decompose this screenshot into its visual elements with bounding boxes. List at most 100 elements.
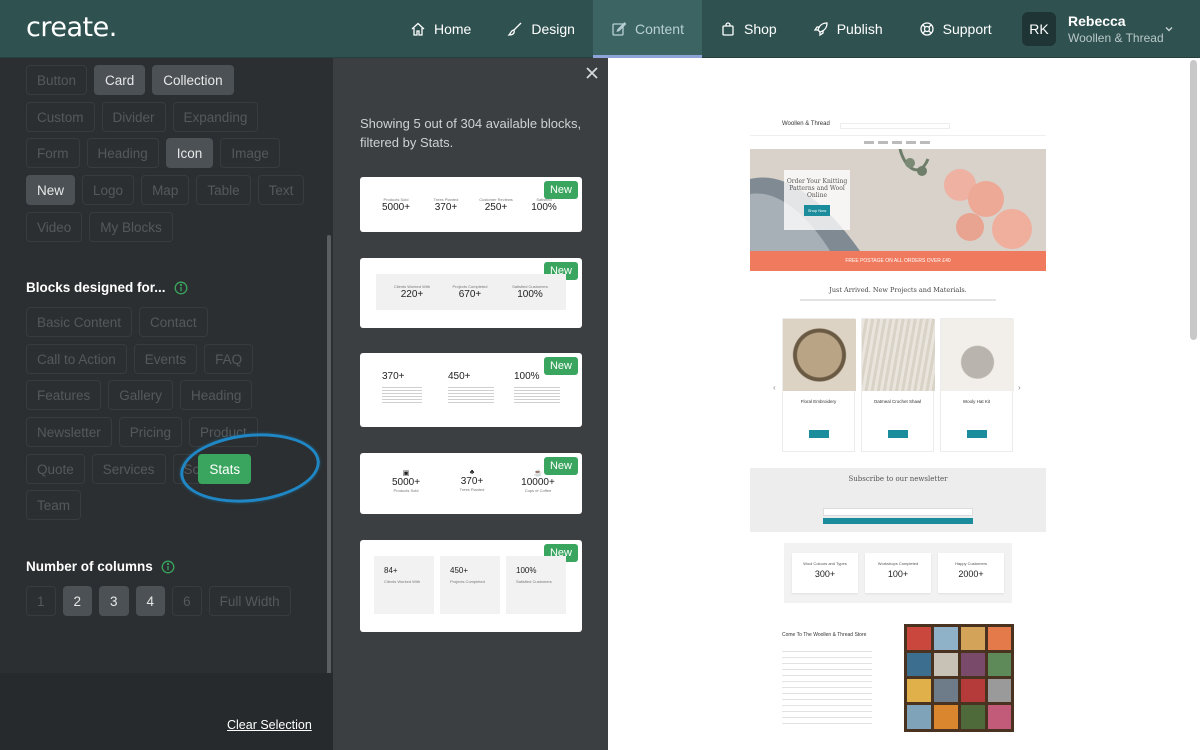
preview-product-card: Oatmeal Crochet Shawl bbox=[861, 318, 935, 452]
nav-content[interactable]: Content bbox=[592, 0, 702, 58]
nav-design[interactable]: Design bbox=[489, 0, 593, 58]
preview-stats-block: Wool Colours and Types 300+ Workshops Com… bbox=[784, 543, 1012, 603]
preview-shop-button: Shop Now bbox=[803, 205, 831, 216]
home-icon bbox=[411, 22, 425, 36]
close-icon[interactable] bbox=[585, 66, 599, 80]
tag-map[interactable]: Map bbox=[141, 175, 190, 205]
nav-publish[interactable]: Publish bbox=[795, 0, 901, 58]
columns-option-3[interactable]: 3 bbox=[99, 586, 129, 616]
columns-option-2[interactable]: 2 bbox=[62, 586, 93, 616]
stat-value: 300+ bbox=[814, 569, 836, 579]
tag-contact[interactable]: Contact bbox=[139, 307, 208, 337]
preview-subscribe-button bbox=[823, 518, 973, 524]
tag-faq[interactable]: FAQ bbox=[204, 344, 254, 374]
stat-value: 100% bbox=[531, 202, 557, 213]
stat-value: 5000+ bbox=[381, 202, 411, 213]
purpose-tags-row-2: Call to Action Events FAQ bbox=[26, 344, 254, 374]
stat-value: 2000+ bbox=[958, 569, 984, 579]
preview-section-subtitle bbox=[800, 299, 996, 301]
tag-icon[interactable]: Icon bbox=[165, 138, 214, 168]
columns-options: 1 2 3 4 6 Full Width bbox=[26, 586, 291, 616]
block-card-4[interactable]: New ▣ 5000+ Products Sold ♣ 370+ Trees Plant… bbox=[360, 453, 582, 514]
nav-design-label: Design bbox=[531, 21, 575, 37]
preview-scrollbar[interactable] bbox=[1190, 60, 1197, 340]
avatar: RK bbox=[1022, 12, 1056, 46]
tag-table[interactable]: Table bbox=[196, 175, 251, 205]
tag-collection[interactable]: Collection bbox=[152, 65, 234, 95]
stat-label: Cups of Coffee bbox=[524, 488, 552, 493]
tag-image[interactable]: Image bbox=[220, 138, 280, 168]
columns-title: Number of columns bbox=[26, 559, 153, 574]
chevron-down-icon[interactable] bbox=[1163, 23, 1175, 35]
info-icon[interactable] bbox=[174, 281, 188, 295]
stat-value: 370+ bbox=[460, 476, 484, 487]
columns-option-6[interactable]: 6 bbox=[172, 586, 202, 616]
placeholder-text bbox=[514, 385, 560, 403]
columns-option-full-width[interactable]: Full Width bbox=[208, 586, 291, 616]
stat-value: 100% bbox=[517, 289, 543, 300]
block-card-5[interactable]: New 84+ Clients Worked With 450+ Projects … bbox=[360, 540, 582, 632]
tag-services[interactable]: Services bbox=[91, 454, 166, 484]
tag-logo[interactable]: Logo bbox=[82, 175, 135, 205]
tag-heading-purpose[interactable]: Heading bbox=[180, 380, 253, 410]
tag-pricing[interactable]: Pricing bbox=[118, 417, 183, 447]
tag-newsletter[interactable]: Newsletter bbox=[26, 417, 112, 447]
block-card-2[interactable]: New Clients Worked With 220+ Projects Com… bbox=[360, 258, 582, 328]
block-card-3[interactable]: New 370+ 450+ 100% bbox=[360, 353, 582, 427]
purpose-tags-row-1: Basic Content Contact bbox=[26, 307, 208, 337]
main-nav: Home Design Content Shop Publish Support bbox=[392, 0, 1010, 58]
tag-divider[interactable]: Divider bbox=[101, 102, 166, 132]
columns-heading: Number of columns bbox=[26, 559, 175, 574]
preview-search bbox=[840, 123, 950, 129]
stat-box: 84+ Clients Worked With bbox=[374, 556, 434, 614]
nav-support[interactable]: Support bbox=[901, 0, 1010, 58]
info-icon[interactable] bbox=[161, 560, 175, 574]
tag-form[interactable]: Form bbox=[26, 138, 80, 168]
nav-shop[interactable]: Shop bbox=[702, 0, 795, 58]
tag-expanding[interactable]: Expanding bbox=[172, 102, 259, 132]
nav-home[interactable]: Home bbox=[392, 0, 489, 58]
user-menu[interactable]: RK Rebecca Woollen & Thread bbox=[1022, 12, 1164, 46]
preview-product-title: Oatmeal Crochet Shawl bbox=[873, 399, 922, 404]
tag-new[interactable]: New bbox=[26, 175, 76, 205]
preview-store-title: Come To The Woollen & Thread Store bbox=[782, 632, 867, 638]
type-tags-row-1: Button Card Collection bbox=[26, 65, 234, 95]
filter-scrollbar[interactable] bbox=[327, 235, 331, 697]
tag-quote[interactable]: Quote bbox=[26, 454, 85, 484]
block-card-1[interactable]: New Products Sold 5000+ Trees Planted 370+… bbox=[360, 177, 582, 232]
purpose-tags-row-6: Team bbox=[26, 490, 82, 520]
lifebuoy-icon bbox=[919, 22, 934, 36]
tag-text[interactable]: Text bbox=[257, 175, 305, 205]
tag-events[interactable]: Events bbox=[133, 344, 198, 374]
tag-basic-content[interactable]: Basic Content bbox=[26, 307, 133, 337]
nav-shop-label: Shop bbox=[744, 21, 777, 37]
stat-value: 84+ bbox=[384, 566, 398, 575]
tag-custom[interactable]: Custom bbox=[26, 102, 95, 132]
preview-product-button bbox=[808, 430, 829, 438]
tag-heading[interactable]: Heading bbox=[86, 138, 159, 168]
tag-call-to-action[interactable]: Call to Action bbox=[26, 344, 127, 374]
coffee-icon: ☕ bbox=[533, 470, 543, 477]
tag-features[interactable]: Features bbox=[26, 380, 102, 410]
stat-value: 100+ bbox=[887, 569, 909, 579]
tag-card[interactable]: Card bbox=[94, 65, 146, 95]
placeholder-text bbox=[382, 385, 422, 403]
tag-video[interactable]: Video bbox=[26, 212, 83, 242]
tag-team[interactable]: Team bbox=[26, 490, 82, 520]
columns-option-4[interactable]: 4 bbox=[135, 586, 166, 616]
tag-gallery[interactable]: Gallery bbox=[108, 380, 174, 410]
tag-my-blocks[interactable]: My Blocks bbox=[89, 212, 173, 242]
preview-brand: Woollen & Thread bbox=[782, 121, 830, 127]
tag-button[interactable]: Button bbox=[26, 65, 88, 95]
columns-option-1[interactable]: 1 bbox=[26, 586, 56, 616]
nav-content-label: Content bbox=[634, 21, 684, 37]
designed-for-title: Blocks designed for... bbox=[26, 280, 166, 295]
preview-newsletter-title: Subscribe to our newsletter bbox=[848, 475, 948, 483]
type-tags-row-3: Form Heading Icon Image bbox=[26, 138, 280, 168]
stat-value: 450+ bbox=[450, 566, 469, 575]
app-logo[interactable]: create. bbox=[26, 12, 117, 43]
designed-for-heading: Blocks designed for... bbox=[26, 280, 188, 295]
clear-selection-link[interactable]: Clear Selection bbox=[227, 718, 312, 732]
stat-value: 100% bbox=[514, 371, 540, 382]
stat-value: 250+ bbox=[484, 202, 508, 213]
